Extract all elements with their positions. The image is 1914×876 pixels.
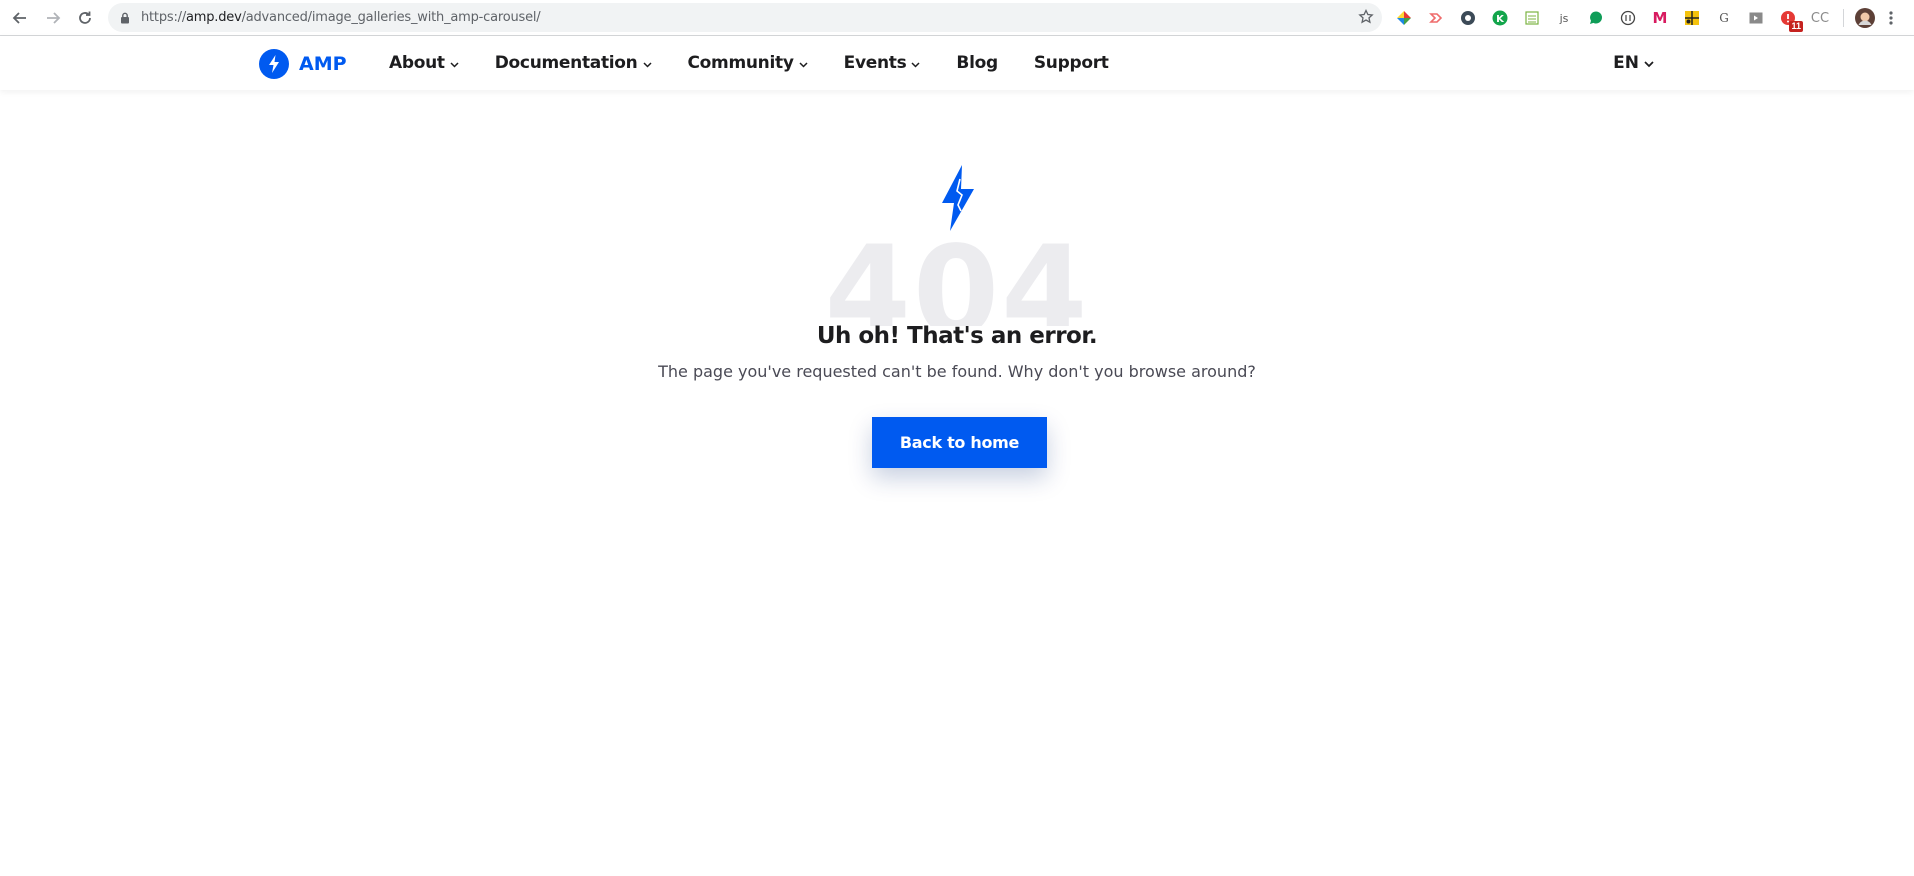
reload-button[interactable]	[73, 6, 97, 30]
nav-blog-label: Blog	[956, 53, 998, 73]
nav-community[interactable]: Community	[688, 53, 808, 73]
colorful-pinwheel-icon[interactable]	[1393, 7, 1415, 29]
circle-extension-icon[interactable]	[1617, 7, 1639, 29]
g-extension-icon[interactable]: G	[1713, 7, 1735, 29]
g-label: G	[1719, 11, 1729, 25]
alert-count-badge: 11	[1789, 21, 1803, 32]
chevron-down-icon	[911, 53, 920, 73]
nav-documentation[interactable]: Documentation	[495, 53, 652, 73]
error-message: The page you've requested can't be found…	[658, 362, 1256, 381]
amp-logo-link[interactable]: AMP	[259, 49, 347, 79]
nav-support-label: Support	[1033, 53, 1109, 73]
back-arrow-icon	[12, 12, 26, 24]
chevron-down-icon	[450, 53, 459, 73]
chat-bubble-icon[interactable]	[1585, 7, 1607, 29]
url-path: /advanced/image_galleries_with_amp-carou…	[241, 10, 541, 25]
cc-extension-icon[interactable]: CC	[1809, 7, 1831, 29]
language-label: EN	[1613, 53, 1639, 73]
reload-icon	[79, 11, 91, 24]
bookmark-star-icon[interactable]	[1358, 8, 1374, 30]
forward-button[interactable]	[41, 6, 65, 30]
extensions-bar: K js M G 11 CC	[1393, 6, 1896, 32]
url-host: amp.dev	[186, 10, 242, 25]
back-button[interactable]	[8, 6, 32, 30]
forward-arrow-icon	[47, 12, 61, 24]
toolbar-separator	[1843, 9, 1844, 27]
github-extension-icon[interactable]	[1457, 7, 1479, 29]
browser-toolbar: https://amp.dev/advanced/image_galleries…	[0, 0, 1914, 36]
nav-events[interactable]: Events	[844, 53, 921, 73]
error-code: 404	[824, 230, 1090, 326]
k-label: K	[1496, 14, 1505, 25]
chevron-down-icon	[799, 53, 808, 73]
broken-bolt-icon	[938, 165, 978, 236]
media-extension-icon[interactable]	[1745, 7, 1767, 29]
browser-menu-icon[interactable]	[1886, 7, 1896, 29]
cc-label: CC	[1810, 10, 1830, 26]
url-text: https://amp.dev/advanced/image_galleries…	[141, 3, 541, 32]
main-nav: About Documentation Community Events Blo…	[389, 36, 1145, 90]
nav-documentation-label: Documentation	[494, 53, 638, 73]
back-to-home-button[interactable]: Back to home	[872, 417, 1047, 468]
arrow-extension-icon[interactable]	[1425, 7, 1447, 29]
grid-extension-icon[interactable]	[1681, 7, 1703, 29]
site-header: AMP About Documentation Community Events	[0, 36, 1914, 90]
amp-bolt-icon	[259, 49, 289, 79]
language-selector[interactable]: EN	[1613, 36, 1654, 90]
chevron-down-icon	[1644, 53, 1654, 73]
nav-support[interactable]: Support	[1034, 53, 1109, 73]
nav-community-label: Community	[687, 53, 794, 73]
profile-avatar[interactable]	[1854, 7, 1876, 29]
m-extension-icon[interactable]: M	[1649, 7, 1671, 29]
nav-about-label: About	[389, 53, 445, 73]
alert-extension-icon[interactable]: 11	[1777, 7, 1803, 32]
address-bar[interactable]: https://amp.dev/advanced/image_galleries…	[108, 3, 1382, 32]
m-label: M	[1652, 9, 1668, 27]
lock-icon	[120, 11, 130, 29]
chevron-down-icon	[642, 53, 652, 73]
nav-about[interactable]: About	[389, 53, 459, 73]
error-section: 404 Uh oh! That's an error. The page you…	[0, 160, 1914, 490]
nav-events-label: Events	[843, 53, 907, 73]
error-title: Uh oh! That's an error.	[816, 323, 1098, 349]
sheet-extension-icon[interactable]	[1521, 7, 1543, 29]
logo-text: AMP	[299, 53, 347, 75]
nav-blog[interactable]: Blog	[956, 53, 998, 73]
js-extension-icon[interactable]: js	[1553, 7, 1575, 29]
url-scheme: https://	[141, 10, 186, 25]
k-extension-icon[interactable]: K	[1489, 7, 1511, 29]
js-label: js	[1559, 11, 1569, 25]
